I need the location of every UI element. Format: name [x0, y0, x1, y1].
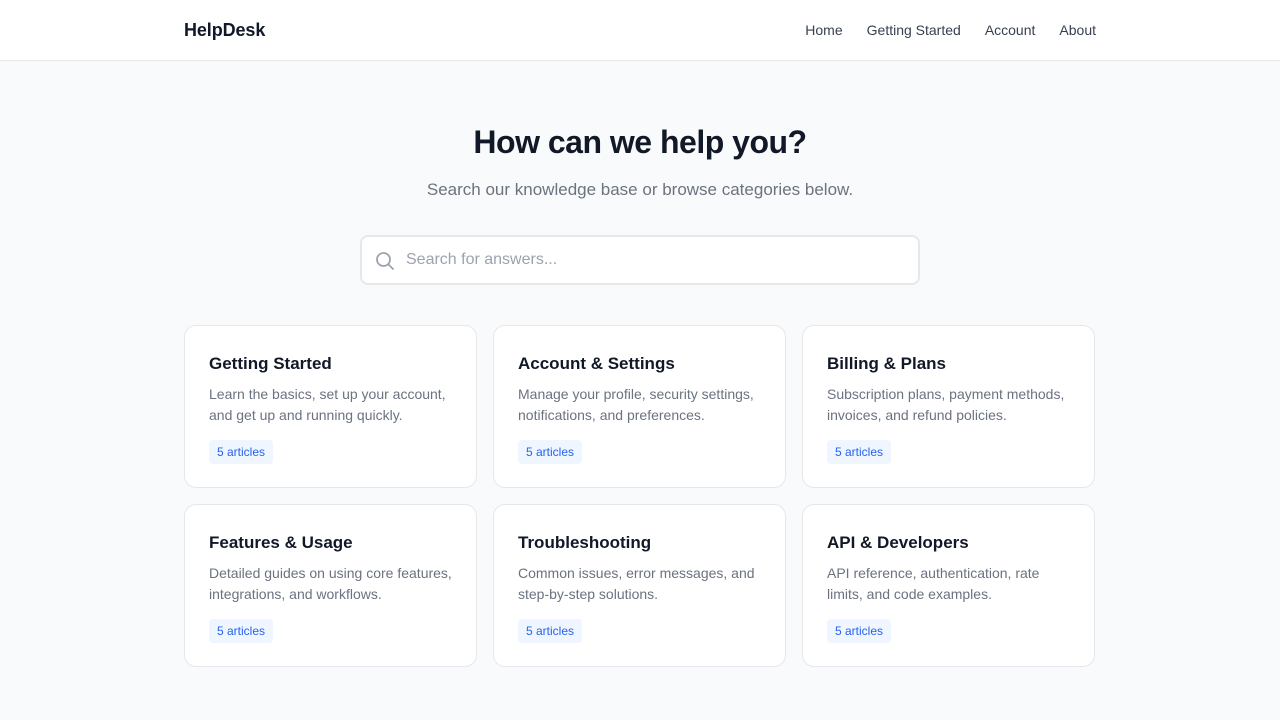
main-nav: Home Getting Started Account About — [805, 22, 1096, 38]
page-title: How can we help you? — [473, 124, 807, 160]
category-title: Billing & Plans — [827, 354, 947, 373]
nav-link-home[interactable]: Home — [805, 22, 842, 38]
article-count-badge: 5 articles — [209, 619, 274, 643]
category-title: Features & Usage — [209, 533, 353, 552]
article-count-badge: 5 articles — [518, 619, 583, 643]
category-card-troubleshooting[interactable]: Troubleshooting Common issues, error mes… — [493, 504, 786, 667]
nav-link-about[interactable]: About — [1059, 22, 1096, 38]
category-description: Common issues, error messages, and step-… — [518, 565, 755, 602]
search-input[interactable] — [406, 237, 906, 283]
category-description: Learn the basics, set up your account, a… — [209, 386, 446, 423]
category-card-billing-plans[interactable]: Billing & Plans Subscription plans, paym… — [802, 325, 1095, 488]
category-title: Getting Started — [209, 354, 332, 373]
category-description: Manage your profile, security settings, … — [518, 386, 754, 423]
article-count-badge: 5 articles — [518, 440, 583, 464]
header-inner: HelpDesk Home Getting Started Account Ab… — [184, 0, 1096, 60]
category-title: API & Developers — [827, 533, 969, 552]
category-grid: Getting Started Learn the basics, set up… — [184, 325, 1096, 667]
top-navigation-bar: HelpDesk Home Getting Started Account Ab… — [0, 0, 1280, 61]
category-description: Subscription plans, payment methods, inv… — [827, 386, 1065, 423]
search-box[interactable] — [360, 235, 920, 285]
article-count-badge: 5 articles — [827, 440, 892, 464]
search-icon — [376, 252, 394, 270]
category-card-getting-started[interactable]: Getting Started Learn the basics, set up… — [184, 325, 477, 488]
nav-link-getting-started[interactable]: Getting Started — [867, 22, 961, 38]
category-card-api-developers[interactable]: API & Developers API reference, authenti… — [802, 504, 1095, 667]
page-subtitle: Search our knowledge base or browse cate… — [426, 180, 854, 199]
category-card-features-usage[interactable]: Features & Usage Detailed guides on usin… — [184, 504, 477, 667]
category-title: Troubleshooting — [518, 533, 652, 552]
category-description: API reference, authentication, rate limi… — [827, 565, 1040, 602]
article-count-badge: 5 articles — [827, 619, 892, 643]
brand-logo[interactable]: HelpDesk — [184, 20, 265, 41]
category-description: Detailed guides on using core features, … — [209, 565, 452, 602]
article-count-badge: 5 articles — [209, 440, 274, 464]
category-card-account-settings[interactable]: Account & Settings Manage your profile, … — [493, 325, 786, 488]
nav-link-account[interactable]: Account — [985, 22, 1036, 38]
category-title: Account & Settings — [518, 354, 675, 373]
